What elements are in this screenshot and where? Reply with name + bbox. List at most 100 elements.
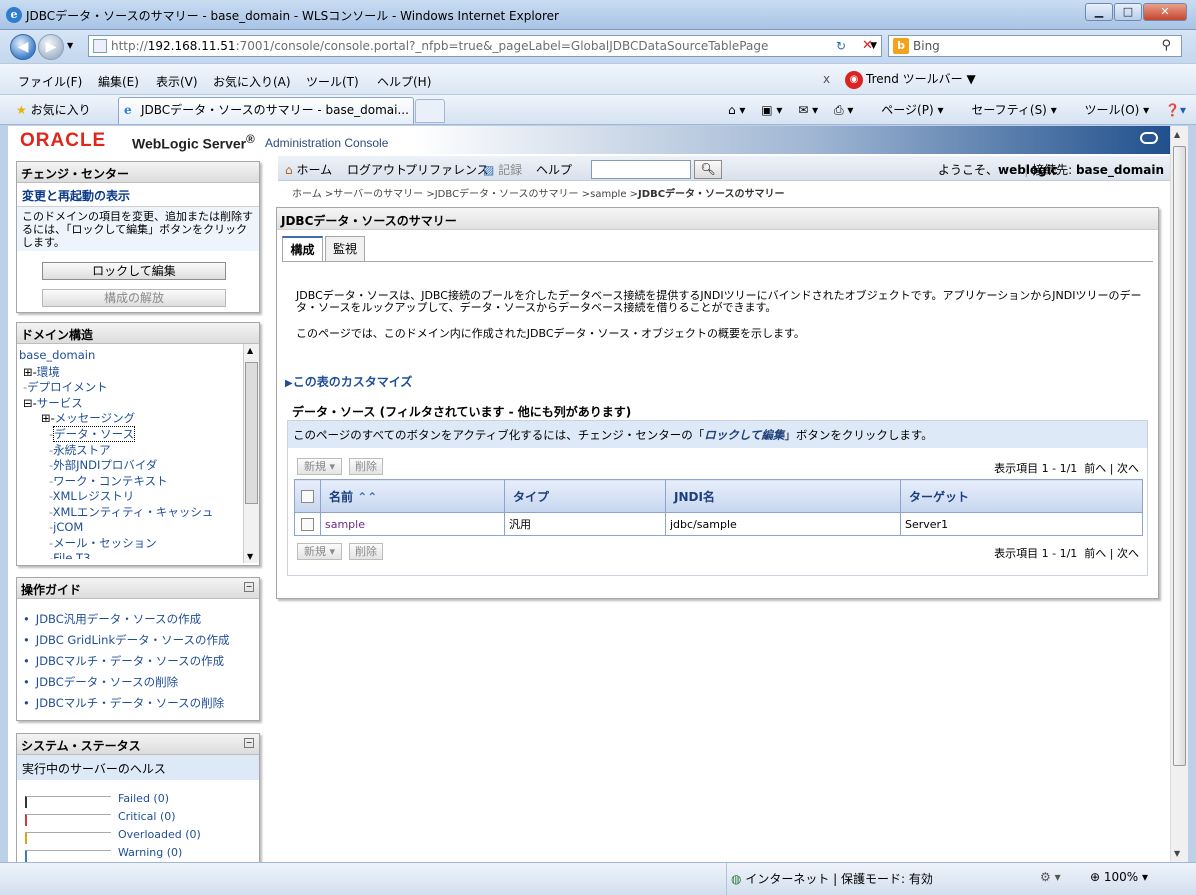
menu-view[interactable]: 表示(V) — [156, 73, 198, 90]
tree-item-messaging[interactable]: ⊞-メッセージング — [19, 410, 259, 426]
tree-item-services[interactable]: ⊟-サービス — [19, 395, 259, 411]
tree-item-file-t3[interactable]: -File T3 — [19, 551, 259, 559]
guide-link[interactable]: JDBCマルチ・データ・ソースの削除 — [17, 695, 259, 716]
release-config-button[interactable]: 構成の解放 — [42, 289, 226, 307]
menu-file[interactable]: ファイル(F) — [18, 73, 82, 90]
tree-item-deployments[interactable]: -デプロイメント — [19, 379, 259, 395]
print-icon[interactable]: ⎙ ▾ — [834, 103, 853, 117]
safety-menu[interactable]: セーフティ(S) ▾ — [959, 103, 1056, 117]
scroll-up-icon[interactable]: ▲ — [1174, 130, 1180, 139]
maximize-button[interactable]: □ — [1114, 3, 1142, 21]
guide-link[interactable]: JDBC GridLinkデータ・ソースの作成 — [17, 632, 259, 653]
health-warning[interactable]: Warning (0) — [118, 846, 182, 859]
prev-link[interactable]: 前へ — [1084, 462, 1106, 475]
delete-button-bottom[interactable]: 削除 — [349, 543, 383, 560]
delete-button-top[interactable]: 削除 — [349, 458, 383, 475]
zoom-control[interactable]: ⊕ 100% ▾ — [1090, 870, 1148, 884]
guide-link[interactable]: JDBCデータ・ソースの削除 — [17, 674, 259, 695]
console-search-button[interactable]: 🔍︎ — [694, 160, 722, 179]
favorites-button[interactable]: ★ お気に入り — [16, 101, 91, 118]
menu-favorites[interactable]: お気に入り(A) — [213, 73, 291, 90]
window-title-bar[interactable]: e JDBCデータ・ソースのサマリー - base_domain - WLSコン… — [0, 0, 1196, 30]
tab-configuration[interactable]: 構成 — [282, 236, 323, 262]
minimize-button[interactable]: ▁ — [1085, 3, 1113, 21]
menu-tools[interactable]: ツール(T) — [306, 73, 359, 90]
tree-scroll-thumb[interactable] — [245, 362, 258, 504]
tree-item-environment[interactable]: ⊞-環境 — [19, 364, 259, 380]
column-jndi-header[interactable]: JNDI名 — [665, 479, 901, 513]
close-toolbar-icon[interactable]: x — [823, 72, 830, 86]
sort-ascending-icon[interactable]: ⌃⌃ — [357, 490, 377, 504]
lock-and-edit-button[interactable]: ロックして編集 — [42, 262, 226, 280]
page-scroll-thumb[interactable] — [1173, 146, 1186, 766]
browser-tab[interactable]: e JDBCデータ・ソースのサマリー - base_domai... — [118, 97, 414, 124]
stop-icon[interactable]: ✕ — [862, 38, 873, 53]
collapse-icon[interactable]: − — [244, 738, 254, 748]
view-changes-link[interactable]: 変更と再起動の表示 — [17, 183, 259, 207]
row-name-link[interactable]: sample — [320, 512, 505, 536]
menu-help[interactable]: ヘルプ(H) — [377, 73, 431, 90]
new-button-top[interactable]: 新規 ▾ — [297, 458, 342, 475]
search-icon[interactable]: ⚲ — [1161, 36, 1171, 56]
tree-scrollbar[interactable]: ▲ ▼ — [243, 344, 259, 563]
refresh-icon[interactable]: ↻ — [836, 39, 846, 53]
tab-monitoring[interactable]: 監視 — [325, 236, 365, 262]
customize-table-link[interactable]: ▶この表のカスタマイズ — [285, 373, 412, 390]
home-link[interactable]: ⌂ ホーム — [285, 161, 332, 178]
health-overloaded[interactable]: Overloaded (0) — [118, 828, 201, 841]
tree-item-xml-entity-caches[interactable]: -XMLエンティティ・キャッシュ — [19, 504, 259, 520]
collapse-icon[interactable]: − — [244, 582, 254, 592]
mail-icon[interactable]: ✉ ▾ — [798, 103, 818, 117]
scroll-down-icon[interactable]: ▼ — [247, 552, 253, 561]
column-type-header[interactable]: タイプ — [504, 479, 666, 513]
select-all-checkbox[interactable] — [301, 490, 314, 503]
home-icon[interactable]: ⌂ ▾ — [728, 103, 745, 117]
breadcrumb-home[interactable]: ホーム — [292, 189, 322, 200]
new-tab-button[interactable] — [415, 99, 445, 123]
tree-item-jcom[interactable]: -jCOM — [19, 520, 259, 536]
help-icon[interactable]: ❓▾ — [1165, 103, 1186, 117]
tree-item-foreign-jndi[interactable]: -外部JNDIプロバイダ — [19, 457, 259, 473]
tree-item-xml-registries[interactable]: -XMLレジストリ — [19, 488, 259, 504]
preferences-link[interactable]: プリファレンス — [405, 161, 489, 178]
prev-link[interactable]: 前へ — [1084, 547, 1106, 560]
column-name-header[interactable]: 名前 ⌃⌃ — [320, 479, 505, 513]
console-search-input[interactable] — [591, 160, 691, 179]
search-box[interactable]: b Bing ⚲ — [888, 35, 1182, 57]
trend-toolbar[interactable]: ◉ Trend ツールバー ▼ — [845, 70, 976, 89]
scroll-down-icon[interactable]: ▼ — [1174, 849, 1180, 858]
page-scrollbar[interactable]: ▲ ▼ — [1170, 126, 1188, 862]
tree-item-mail-sessions[interactable]: -メール・セッション — [19, 535, 259, 551]
forward-button[interactable]: ▶ — [38, 34, 64, 60]
row-checkbox[interactable] — [301, 517, 314, 531]
health-critical[interactable]: Critical (0) — [118, 810, 176, 823]
next-link[interactable]: 次へ — [1117, 462, 1139, 475]
breadcrumb-sample[interactable]: sample — [590, 189, 626, 200]
security-zone[interactable]: ◍ インターネット | 保護モード: 有効 — [731, 870, 933, 887]
guide-link[interactable]: JDBC汎用データ・ソースの作成 — [17, 611, 259, 632]
breadcrumb-servers[interactable]: サーバーのサマリー — [333, 189, 423, 200]
tree-item-data-sources[interactable]: -データ・ソース — [19, 425, 259, 442]
back-button[interactable]: ◀ — [10, 34, 36, 60]
new-button-bottom[interactable]: 新規 ▾ — [297, 543, 342, 560]
feeds-icon[interactable]: ▣ ▾ — [761, 103, 782, 117]
scroll-up-icon[interactable]: ▲ — [247, 346, 253, 355]
menu-edit[interactable]: 編集(E) — [98, 73, 139, 90]
protected-mode-icon[interactable]: ⚙ ▾ — [1040, 870, 1061, 884]
url-input[interactable]: http://192.168.11.51:7001/console/consol… — [88, 35, 882, 57]
next-link[interactable]: 次へ — [1117, 547, 1139, 560]
tree-item-persistent-stores[interactable]: -永続ストア — [19, 442, 259, 458]
logout-link[interactable]: ログアウト — [347, 161, 407, 178]
tools-menu[interactable]: ツール(O) ▾ — [1073, 103, 1150, 117]
help-link[interactable]: ヘルプ — [536, 161, 572, 178]
tree-root[interactable]: base_domain — [19, 348, 259, 364]
page-menu[interactable]: ページ(P) ▾ — [869, 103, 943, 117]
health-failed[interactable]: Failed (0) — [118, 792, 169, 805]
tree-item-work-contexts[interactable]: -ワーク・コンテキスト — [19, 473, 259, 489]
breadcrumb-jdbc[interactable]: JDBCデータ・ソースのサマリー — [435, 189, 579, 200]
record-link[interactable]: ▨ 記録 — [483, 161, 522, 178]
history-dropdown-icon[interactable]: ▼ — [67, 41, 73, 50]
guide-link[interactable]: JDBCマルチ・データ・ソースの作成 — [17, 653, 259, 674]
close-button[interactable]: ✕ — [1143, 3, 1187, 21]
column-target-header[interactable]: ターゲット — [900, 479, 1143, 513]
